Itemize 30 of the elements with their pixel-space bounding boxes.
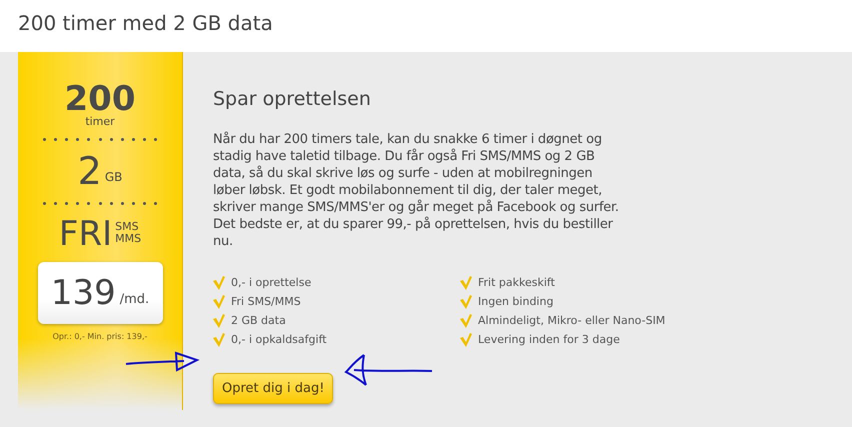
price-value: 139 [50, 273, 116, 313]
feature-text: Ingen binding [478, 294, 554, 310]
feature-text: Almindeligt, Mikro- eller Nano-SIM [478, 313, 666, 329]
minutes-unit: timer [85, 116, 115, 128]
check-icon [213, 314, 225, 328]
data-unit: GB [104, 170, 122, 184]
free-unit: SMS [115, 221, 140, 233]
check-icon [460, 295, 472, 309]
offer-description: Når du har 200 timers tale, kan du snakke 6 timer i døgnet og stadig have taletid tilbage. Du får også Fri SMS/MMS og 2 GB data, så du skal skrive løs og surfe - uden at mobilregningen løber løbsk. Et godt mobilabonnement til dig, der taler meget, skriver mange SMS/MMS'er og går meget på Facebook og surfer. Det bedste er, at du sparer 99,- på oprettelsen, hvis du bestiller nu. [213, 131, 620, 250]
feature-text: Frit pakkeskift [478, 275, 555, 291]
check-icon [460, 276, 472, 290]
order-button[interactable]: Opret dig i dag! [213, 373, 334, 404]
check-icon [213, 333, 225, 347]
feature-text: 0,- i opkaldsafgift [231, 332, 327, 348]
price-unit: /md. [120, 292, 150, 306]
free-unit: MMS [115, 233, 142, 245]
data-value: 2 [78, 150, 102, 192]
check-icon [460, 314, 472, 328]
offer-heading: Spar oprettelsen [213, 88, 372, 110]
minutes-value: 200 [64, 82, 136, 116]
feature-text: 2 GB data [231, 313, 286, 329]
check-icon [213, 276, 225, 290]
check-icon [213, 295, 225, 309]
feature-text: Levering inden for 3 dage [478, 332, 620, 348]
feature-text: 0,- i oprettelse [231, 275, 312, 291]
price-note: Opr.: 0,- Min. pris: 139,- [52, 332, 148, 341]
check-icon [460, 333, 472, 347]
page-title: 200 timer med 2 GB data [18, 11, 273, 35]
free-label: FRI [58, 214, 112, 254]
feature-text: Fri SMS/MMS [231, 294, 301, 310]
